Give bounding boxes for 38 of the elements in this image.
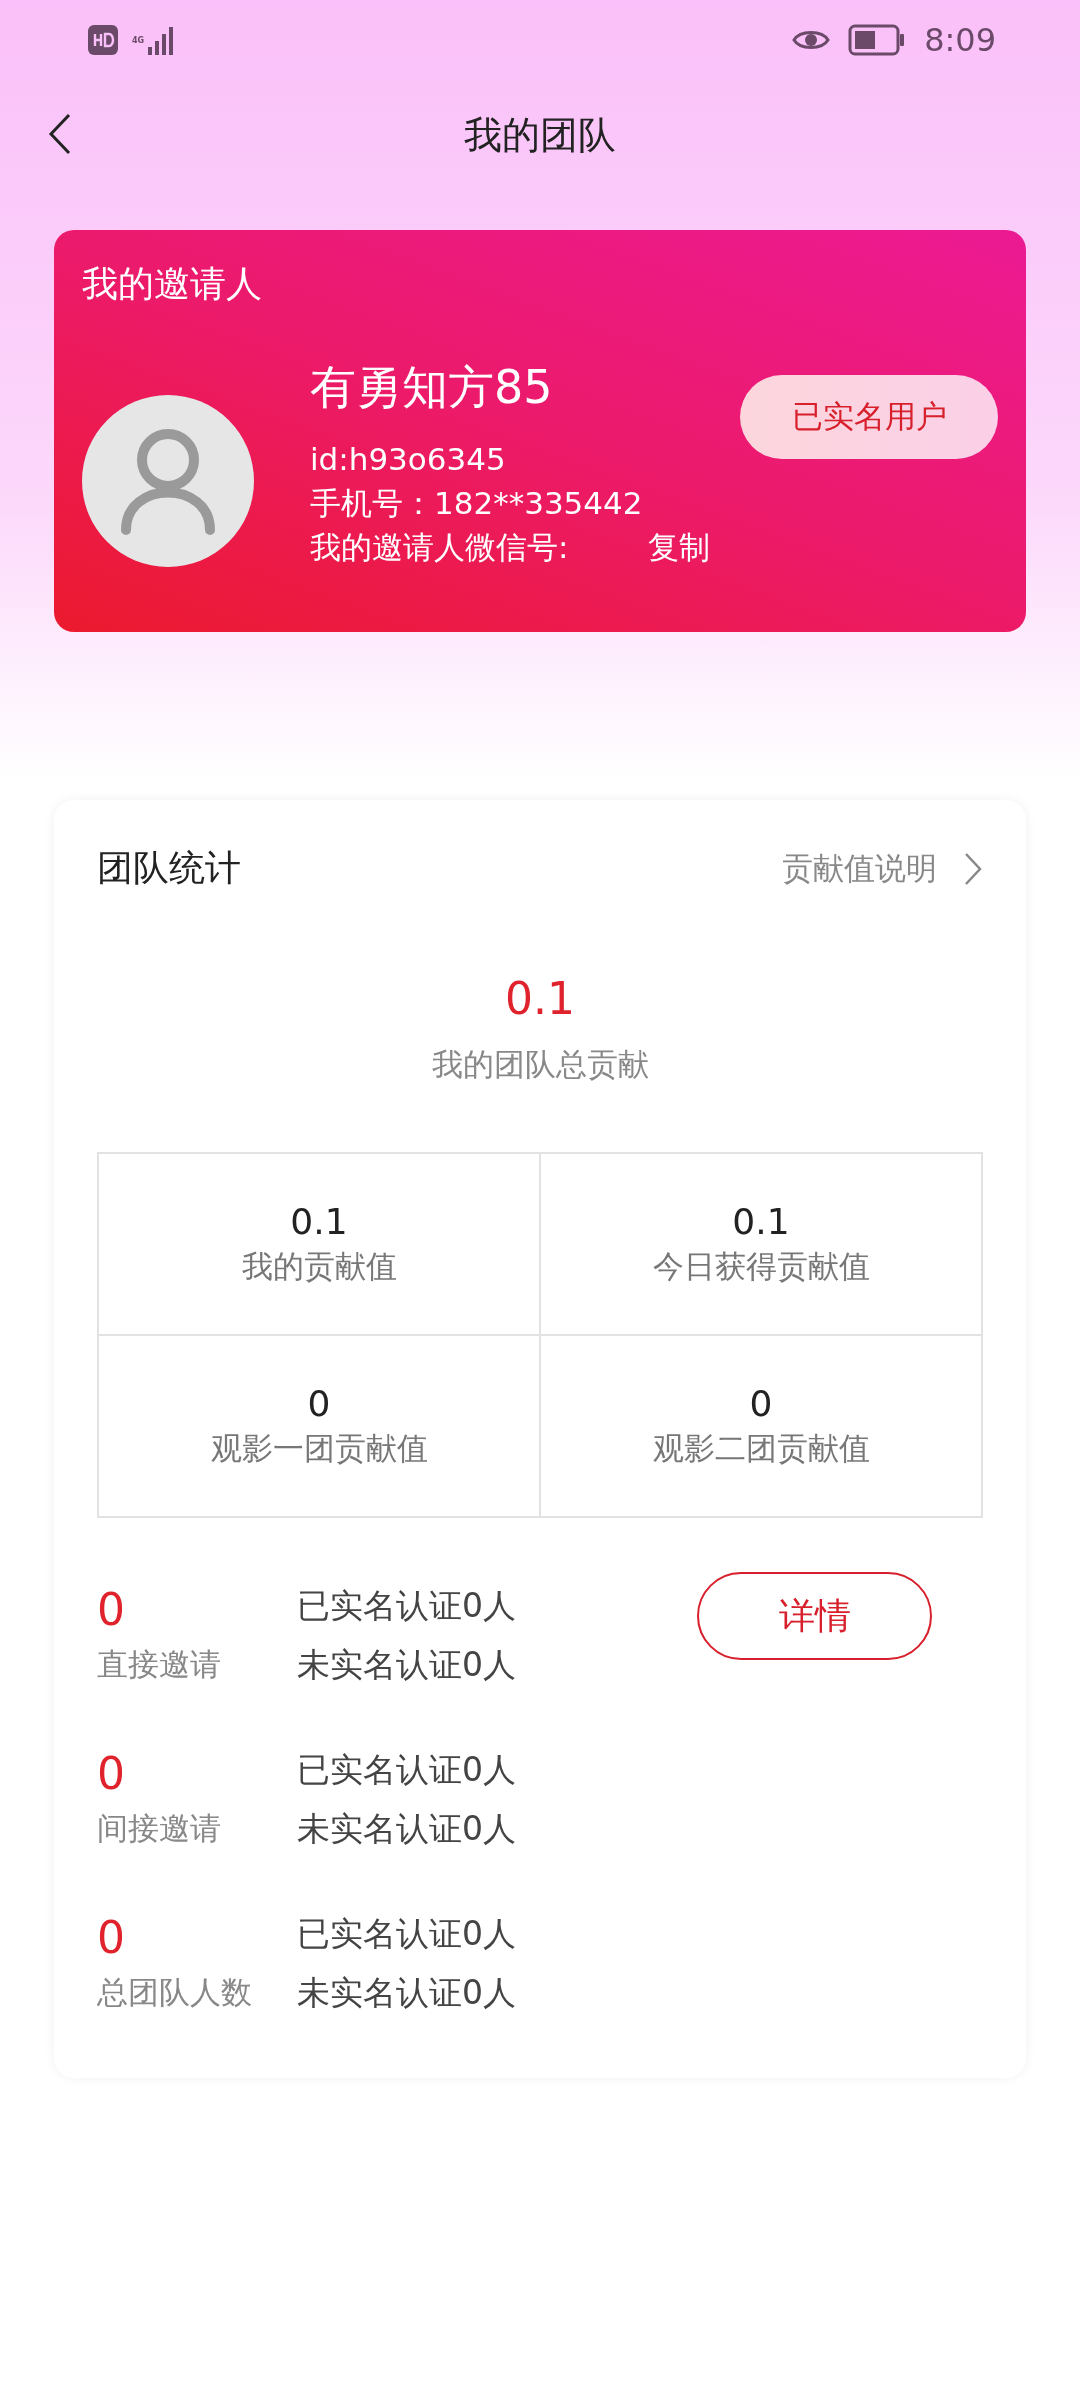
- group-label: 直接邀请: [97, 1645, 222, 1684]
- stat-label: 观影二团贡献值: [652, 1428, 870, 1468]
- hd-icon: [88, 25, 118, 55]
- clock: 8:09: [924, 21, 996, 59]
- total-value: 0.1: [505, 973, 575, 1024]
- unverified-count: 未实名认证0人: [297, 1644, 517, 1686]
- group-label: 间接邀请: [97, 1809, 222, 1848]
- chevron-right-icon: [963, 851, 983, 886]
- member-count: 0: [97, 1584, 126, 1636]
- stat-value: 0: [307, 1382, 331, 1424]
- details-button[interactable]: 详情: [697, 1572, 932, 1660]
- stat-value: 0: [749, 1382, 773, 1424]
- stat-label: 今日获得贡献值: [652, 1246, 870, 1286]
- battery-icon: [848, 24, 907, 56]
- verified-count: 已实名认证0人: [297, 1749, 517, 1791]
- page-title: 我的团队: [464, 111, 616, 159]
- inviter-phone: 手机号：182**335442: [310, 484, 644, 523]
- member-count: 0: [97, 1748, 126, 1800]
- member-count: 0: [97, 1912, 126, 1964]
- copy-button[interactable]: 复制: [648, 525, 711, 569]
- total-label: 我的团队总贡献: [431, 1045, 649, 1084]
- stat-value: 0.1: [732, 1200, 790, 1242]
- verified-count: 已实名认证0人: [297, 1913, 517, 1955]
- wechat-label: 我的邀请人微信号:: [310, 528, 569, 567]
- stat-value: 0.1: [290, 1200, 348, 1242]
- inviter-name: 有勇知方85: [310, 359, 554, 416]
- help-link[interactable]: 贡献值说明: [782, 847, 983, 890]
- stat-label: 我的贡献值: [241, 1246, 397, 1286]
- inviter-id: id:h93o6345: [310, 440, 507, 479]
- stats-title: 团队统计: [97, 846, 241, 890]
- verified-count: 已实名认证0人: [297, 1585, 517, 1627]
- group-label: 总团队人数: [97, 1973, 253, 2012]
- unverified-count: 未实名认证0人: [297, 1972, 517, 2014]
- verified-badge: 已实名用户: [740, 375, 998, 459]
- unverified-count: 未实名认证0人: [297, 1808, 517, 1850]
- network-type: 4G: [132, 35, 145, 45]
- inviter-heading: 我的邀请人: [82, 262, 262, 306]
- stat-label: 观影一团贡献值: [210, 1428, 428, 1468]
